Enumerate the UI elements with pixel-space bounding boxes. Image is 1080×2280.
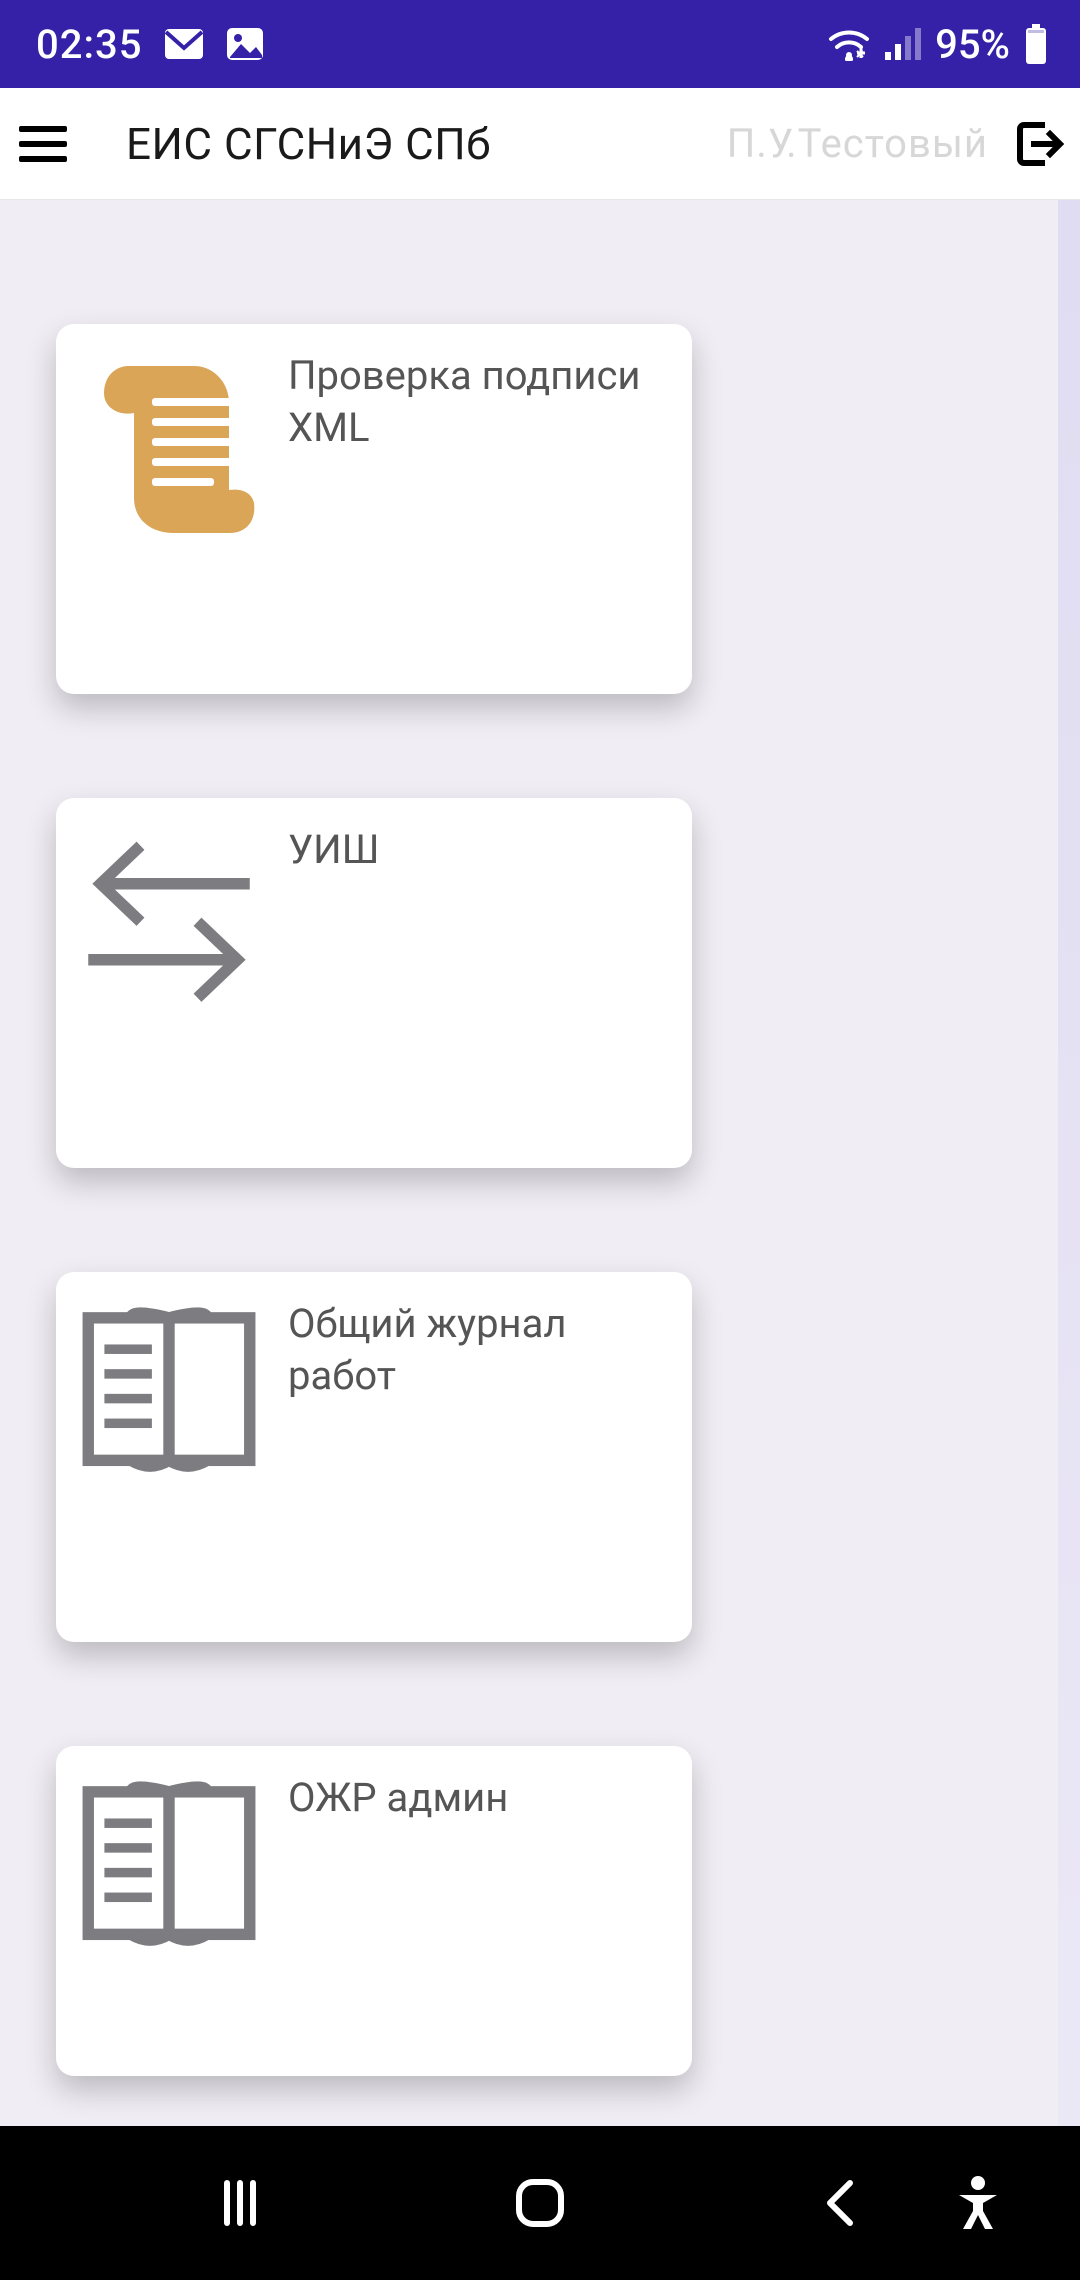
back-button[interactable] [800, 2163, 880, 2243]
recents-icon [215, 2178, 265, 2228]
arrows-swap-icon [74, 818, 264, 1144]
app-title: ЕИС СГСНиЭ СПб [126, 118, 491, 170]
home-icon [513, 2176, 567, 2230]
mail-icon [164, 28, 204, 60]
battery-percent: 95% [935, 21, 1010, 68]
card-title: Общий журнал работ [288, 1292, 666, 1618]
card-journal-admin[interactable]: ОЖР админ [56, 1746, 692, 2076]
card-title: Проверка подписи XML [288, 344, 666, 670]
accessibility-button[interactable] [938, 2163, 1018, 2243]
card-uish[interactable]: УИШ [56, 798, 692, 1168]
menu-button[interactable] [14, 115, 72, 173]
picture-icon [226, 27, 264, 61]
accessibility-icon [953, 2175, 1003, 2231]
card-title: ОЖР админ [288, 1766, 508, 2052]
card-title: УИШ [288, 818, 379, 1144]
book-icon [74, 1292, 264, 1618]
user-name-label: П.У.Тестовый [727, 120, 988, 167]
recents-button[interactable] [200, 2163, 280, 2243]
android-status-bar: 02:35 95% [0, 0, 1080, 88]
logout-icon [1014, 119, 1064, 169]
scroll-icon [74, 344, 264, 670]
status-time: 02:35 [36, 21, 142, 68]
home-button[interactable] [500, 2163, 580, 2243]
scrollbar-track[interactable] [1058, 200, 1080, 2126]
logout-button[interactable] [1010, 115, 1068, 173]
main-content: Проверка подписи XML УИШ [0, 200, 1058, 2126]
signal-icon [885, 28, 921, 60]
app-header: ЕИС СГСНиЭ СПб П.У.Тестовый [0, 88, 1080, 200]
card-journal[interactable]: Общий журнал работ [56, 1272, 692, 1642]
card-xml-signature[interactable]: Проверка подписи XML [56, 324, 692, 694]
wifi-icon [827, 27, 871, 61]
book-icon [74, 1766, 264, 2052]
back-icon [820, 2178, 860, 2228]
hamburger-icon [19, 124, 67, 164]
android-nav-bar [0, 2126, 1080, 2280]
battery-icon [1024, 24, 1048, 64]
